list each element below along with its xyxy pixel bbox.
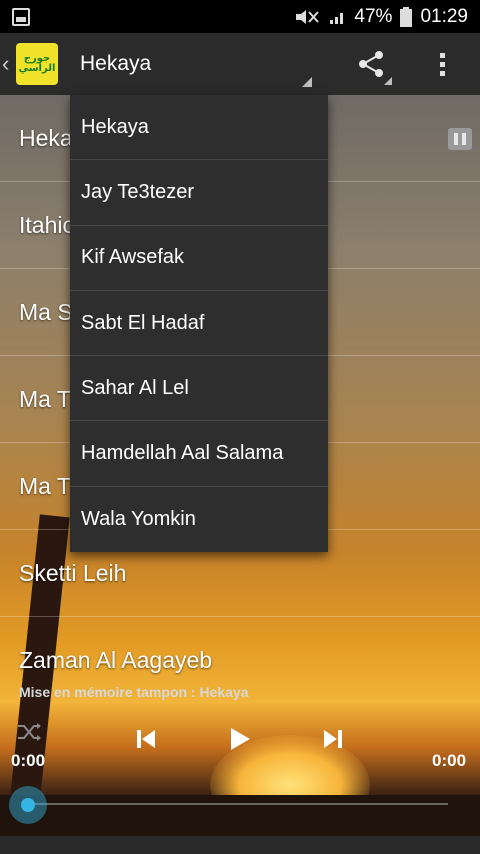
song-title: Ma S xyxy=(19,298,73,325)
dropdown-item[interactable]: Sabt El Hadaf xyxy=(70,291,328,357)
share-button[interactable] xyxy=(346,33,396,95)
seek-thumb[interactable] xyxy=(9,786,47,824)
clock: 01:29 xyxy=(420,5,468,27)
bottom-strip xyxy=(0,836,480,854)
next-icon xyxy=(324,730,342,748)
dropdown-item[interactable]: Hamdellah Aal Salama xyxy=(70,421,328,487)
mute-icon xyxy=(296,9,320,24)
song-title: Zaman Al Aagayeb xyxy=(19,647,213,673)
song-title: Sketti Leih xyxy=(19,559,127,586)
pause-bar xyxy=(454,133,458,145)
share-icon xyxy=(359,51,383,77)
spinner-arrow-icon xyxy=(302,77,312,87)
dropdown-item[interactable]: Wala Yomkin xyxy=(70,487,328,552)
overflow-menu-button[interactable] xyxy=(424,33,460,95)
previous-button[interactable] xyxy=(135,724,157,754)
pause-icon[interactable] xyxy=(448,128,472,150)
seek-thumb-dot xyxy=(21,798,35,812)
battery-icon xyxy=(400,6,413,27)
battery-percent: 47% xyxy=(354,5,393,27)
song-spinner[interactable]: Hekaya xyxy=(80,33,316,95)
song-title: Itahio xyxy=(19,211,76,238)
overflow-dot xyxy=(439,70,445,76)
next-button[interactable] xyxy=(322,724,344,754)
overflow-dot xyxy=(439,61,445,67)
status-bar: 47% 01:29 xyxy=(0,0,480,33)
dropdown-item[interactable]: Sahar Al Lel xyxy=(70,356,328,422)
overflow-dot xyxy=(439,52,445,58)
play-button[interactable] xyxy=(228,724,252,754)
elapsed-time: 0:00 xyxy=(11,751,46,770)
dropdown-item[interactable]: Jay Te3tezer xyxy=(70,160,328,226)
pause-bar xyxy=(462,133,466,145)
previous-icon xyxy=(137,730,155,748)
action-bar-title: Hekaya xyxy=(80,52,152,75)
dropdown-item[interactable]: Hekaya xyxy=(70,95,328,161)
dropdown-item[interactable]: Kif Awsefak xyxy=(70,226,328,291)
share-submenu-arrow-icon xyxy=(384,77,392,85)
app-logo-text: جورج الراسي xyxy=(18,53,56,74)
seek-bar[interactable] xyxy=(28,803,448,805)
play-icon xyxy=(231,728,250,750)
song-title: Ma T xyxy=(19,472,71,499)
total-time: 0:00 xyxy=(432,751,467,770)
signal-icon xyxy=(330,12,344,24)
buffering-status: Mise en mémoire tampon : Hekaya xyxy=(19,684,249,700)
action-bar: ‹ جورج الراسي Hekaya xyxy=(0,33,480,95)
song-dropdown-menu: Hekaya Jay Te3tezer Kif Awsefak Sabt El … xyxy=(70,95,328,553)
song-title: Heka xyxy=(19,124,73,151)
back-chevron-icon[interactable]: ‹ xyxy=(2,51,16,77)
song-title: Ma T xyxy=(19,385,71,412)
image-notification-icon xyxy=(12,7,30,26)
shuffle-icon[interactable] xyxy=(16,721,42,743)
app-logo[interactable]: جورج الراسي xyxy=(16,43,58,85)
